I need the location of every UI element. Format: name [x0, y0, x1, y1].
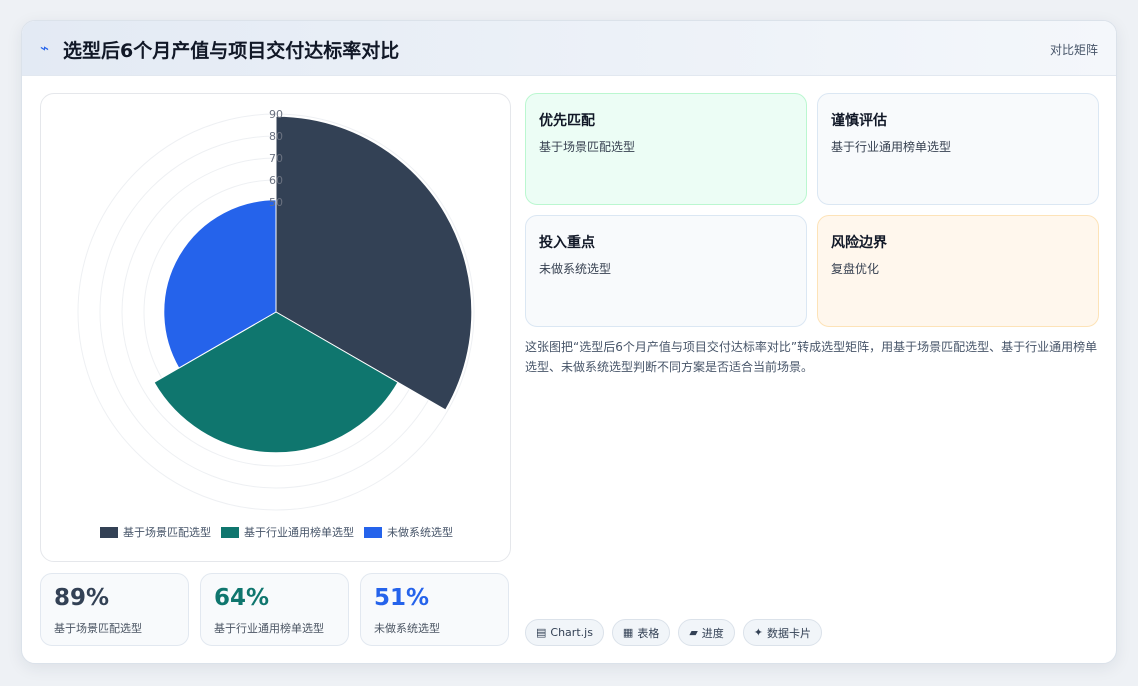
quadrant-investment-focus[interactable]: 投入重点 未做系统选型: [525, 215, 807, 327]
quadrant-title: 优先匹配: [539, 113, 595, 129]
chart-description: 这张图把“选型后6个月产值与项目交付达标率对比”转成选型矩阵，用基于场景匹配选型…: [525, 340, 1098, 374]
tag-label: Chart.js: [550, 626, 593, 639]
tag-label: 表格: [637, 626, 660, 640]
chart-panel: 50 60 70 80 90 基于场景匹配选型 基于行业通用榜单选型 未做系统选型: [40, 93, 511, 562]
quadrant-title: 风险边界: [831, 235, 887, 251]
card-header: ⌁ 选型后6个月产值与项目交付达标率对比 对比矩阵: [22, 21, 1116, 76]
tag-chartjs[interactable]: ▤ Chart.js: [525, 619, 604, 646]
progress-icon: ▰: [689, 626, 698, 639]
quadrant-priority-match[interactable]: 优先匹配 基于场景匹配选型: [525, 93, 807, 205]
quadrant-subtitle: 基于场景匹配选型: [539, 140, 636, 154]
quadrant-subtitle: 未做系统选型: [539, 262, 612, 276]
quadrant-subtitle: 基于行业通用榜单选型: [831, 140, 952, 154]
quadrant-subtitle: 复盘优化: [831, 262, 880, 276]
axis-tick-label: 90: [269, 108, 283, 121]
tag-progress[interactable]: ▰ 进度: [678, 619, 735, 646]
stat-card: 51% 未做系统选型: [360, 573, 509, 646]
quadrant-careful-evaluation[interactable]: 谨慎评估 基于行业通用榜单选型: [817, 93, 1099, 205]
tag-list: ▤ Chart.js ▦ 表格 ▰ 进度 ✦ 数据卡片: [525, 619, 823, 646]
stat-value: 64%: [214, 585, 270, 611]
stat-value: 51%: [374, 585, 430, 611]
tag-label: 数据卡片: [767, 626, 812, 640]
legend-swatch: [364, 526, 382, 538]
legend-item[interactable]: 基于行业通用榜单选型: [221, 524, 354, 540]
quadrant-title: 投入重点: [539, 235, 595, 251]
axis-tick-label: 60: [269, 174, 283, 187]
stat-value: 89%: [54, 585, 110, 611]
stat-card: 89% 基于场景匹配选型: [40, 573, 189, 646]
matrix-link[interactable]: 对比矩阵: [1050, 41, 1098, 58]
pulse-icon: ⌁: [40, 39, 50, 57]
stat-card: 64% 基于行业通用榜单选型: [200, 573, 349, 646]
polar-area-chart: 50 60 70 80 90: [77, 108, 475, 511]
tag-label: 进度: [701, 626, 724, 640]
stat-label: 基于行业通用榜单选型: [214, 622, 324, 635]
axis-tick-label: 70: [269, 152, 283, 165]
stat-label: 未做系统选型: [374, 622, 440, 635]
dashboard-card: ⌁ 选型后6个月产值与项目交付达标率对比 对比矩阵 50 60 70 80 90 基于场…: [21, 20, 1117, 664]
stat-label: 基于场景匹配选型: [54, 622, 142, 635]
legend-label: 未做系统选型: [387, 526, 453, 539]
chart-icon: ▤: [536, 626, 547, 639]
quadrant-title: 谨慎评估: [831, 113, 887, 129]
legend-label: 基于行业通用榜单选型: [244, 526, 354, 539]
axis-tick-label: 50: [269, 196, 283, 209]
page-title: 选型后6个月产值与项目交付达标率对比: [63, 40, 400, 62]
table-icon: ▦: [622, 626, 634, 639]
tag-table[interactable]: ▦ 表格: [611, 619, 671, 646]
legend-item[interactable]: 未做系统选型: [364, 524, 453, 540]
tag-data-card[interactable]: ✦ 数据卡片: [742, 619, 823, 646]
sparkle-icon: ✦: [753, 626, 764, 639]
quadrant-risk-boundary[interactable]: 风险边界 复盘优化: [817, 215, 1099, 327]
axis-tick-label: 80: [269, 130, 283, 143]
legend-swatch: [100, 526, 118, 538]
chart-legend: 基于场景匹配选型 基于行业通用榜单选型 未做系统选型: [41, 524, 512, 540]
legend-label: 基于场景匹配选型: [123, 526, 211, 539]
legend-swatch: [221, 526, 239, 538]
legend-item[interactable]: 基于场景匹配选型: [100, 524, 211, 540]
